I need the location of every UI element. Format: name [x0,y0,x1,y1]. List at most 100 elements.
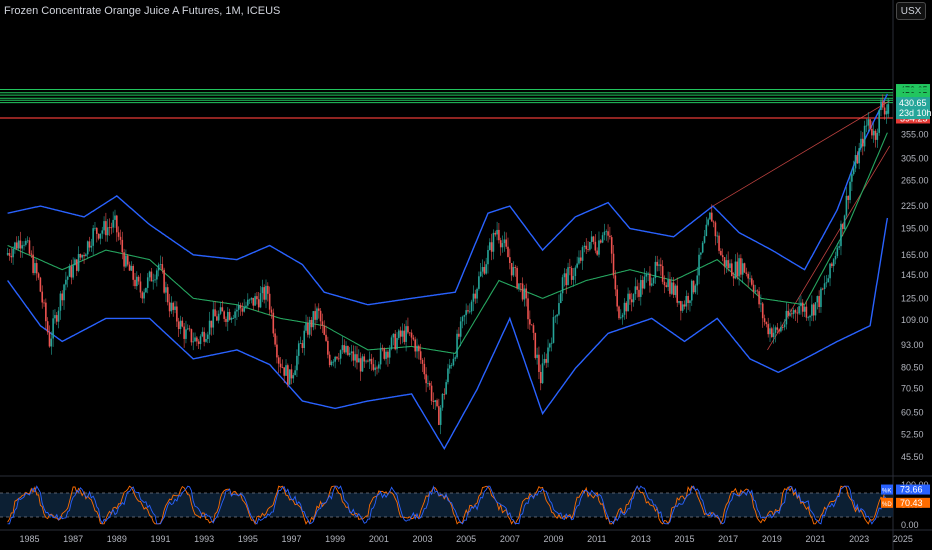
candle [126,255,129,265]
candle [632,294,635,303]
candle [95,227,98,234]
candle [10,255,13,258]
candle [465,310,467,316]
candle [563,273,566,278]
candle [476,288,478,299]
candle [552,317,555,343]
candle [123,252,125,267]
candle [281,367,284,368]
candle [23,244,25,246]
candle [876,132,879,140]
candle [316,308,318,320]
stoch-d-tag-text: %D [882,502,892,508]
candle [769,328,771,335]
candle [392,333,395,338]
candle [747,273,749,279]
time-tick-label: 1989 [107,534,127,544]
candle [598,240,600,255]
candle [52,318,54,339]
candle [472,293,475,302]
candle [869,119,871,129]
candle [723,257,726,267]
candle [761,303,764,319]
candle [125,255,127,267]
candle [337,358,340,360]
candle [50,338,53,347]
candle [177,321,180,330]
candle [767,324,769,335]
candle [66,276,69,280]
candle [161,264,164,270]
candle [851,174,853,182]
candle [690,280,693,301]
candle [39,277,42,292]
candle [569,267,571,269]
chart-canvas[interactable]: 45.50 52.50 60.50 70.50 80.50 93.00 109.00 125.… [0,0,932,550]
candle [467,310,469,312]
candle [443,393,446,395]
candle [831,263,833,267]
candle [234,311,236,318]
price-tick-label: 93.00 [901,340,924,350]
countdown-text: 23d 10h [899,108,932,118]
candle [516,267,518,289]
candle [867,119,870,126]
candle [849,181,851,200]
candle [77,254,80,271]
candle [154,279,156,281]
candle [754,290,757,292]
candle [214,309,216,317]
current-price-text: 430.65 [899,98,927,108]
candle [307,322,309,335]
candle [785,310,788,325]
candle [710,212,713,222]
candle [676,285,679,303]
candle [707,219,709,225]
candle [654,261,657,278]
candle [441,393,444,408]
candle [778,329,780,332]
candle [667,279,669,287]
candle [801,302,804,312]
candle [45,302,47,322]
candle [136,276,138,287]
candle [730,263,733,277]
candle [116,215,118,233]
candle [336,356,338,359]
candle [505,239,507,247]
candle [712,221,715,223]
candle [743,263,746,273]
candle [199,336,202,344]
candle [609,235,611,238]
candle [152,280,155,282]
candle [74,259,76,266]
candle [358,358,360,363]
candle [257,299,260,308]
candle [561,277,564,294]
candle [332,361,335,363]
last-candle [887,104,890,114]
candle [696,275,699,286]
currency-button[interactable]: USX [896,2,926,20]
candle [283,367,286,376]
candle [59,293,62,311]
candle [110,227,113,229]
candle [330,361,333,366]
candle [485,264,487,274]
candle [308,319,311,335]
bollinger-lower-band [7,217,889,450]
candle [378,364,380,369]
candle [412,337,415,340]
candle [432,400,435,402]
candle [525,288,527,299]
candle [276,344,278,358]
candle [623,302,626,315]
candle [119,236,122,240]
time-tick-label: 2019 [762,534,782,544]
candle [146,277,149,288]
candle [228,311,231,320]
candle [6,253,9,255]
candle [252,297,255,306]
candle [812,304,815,316]
price-tick-label: 45.50 [901,452,924,462]
